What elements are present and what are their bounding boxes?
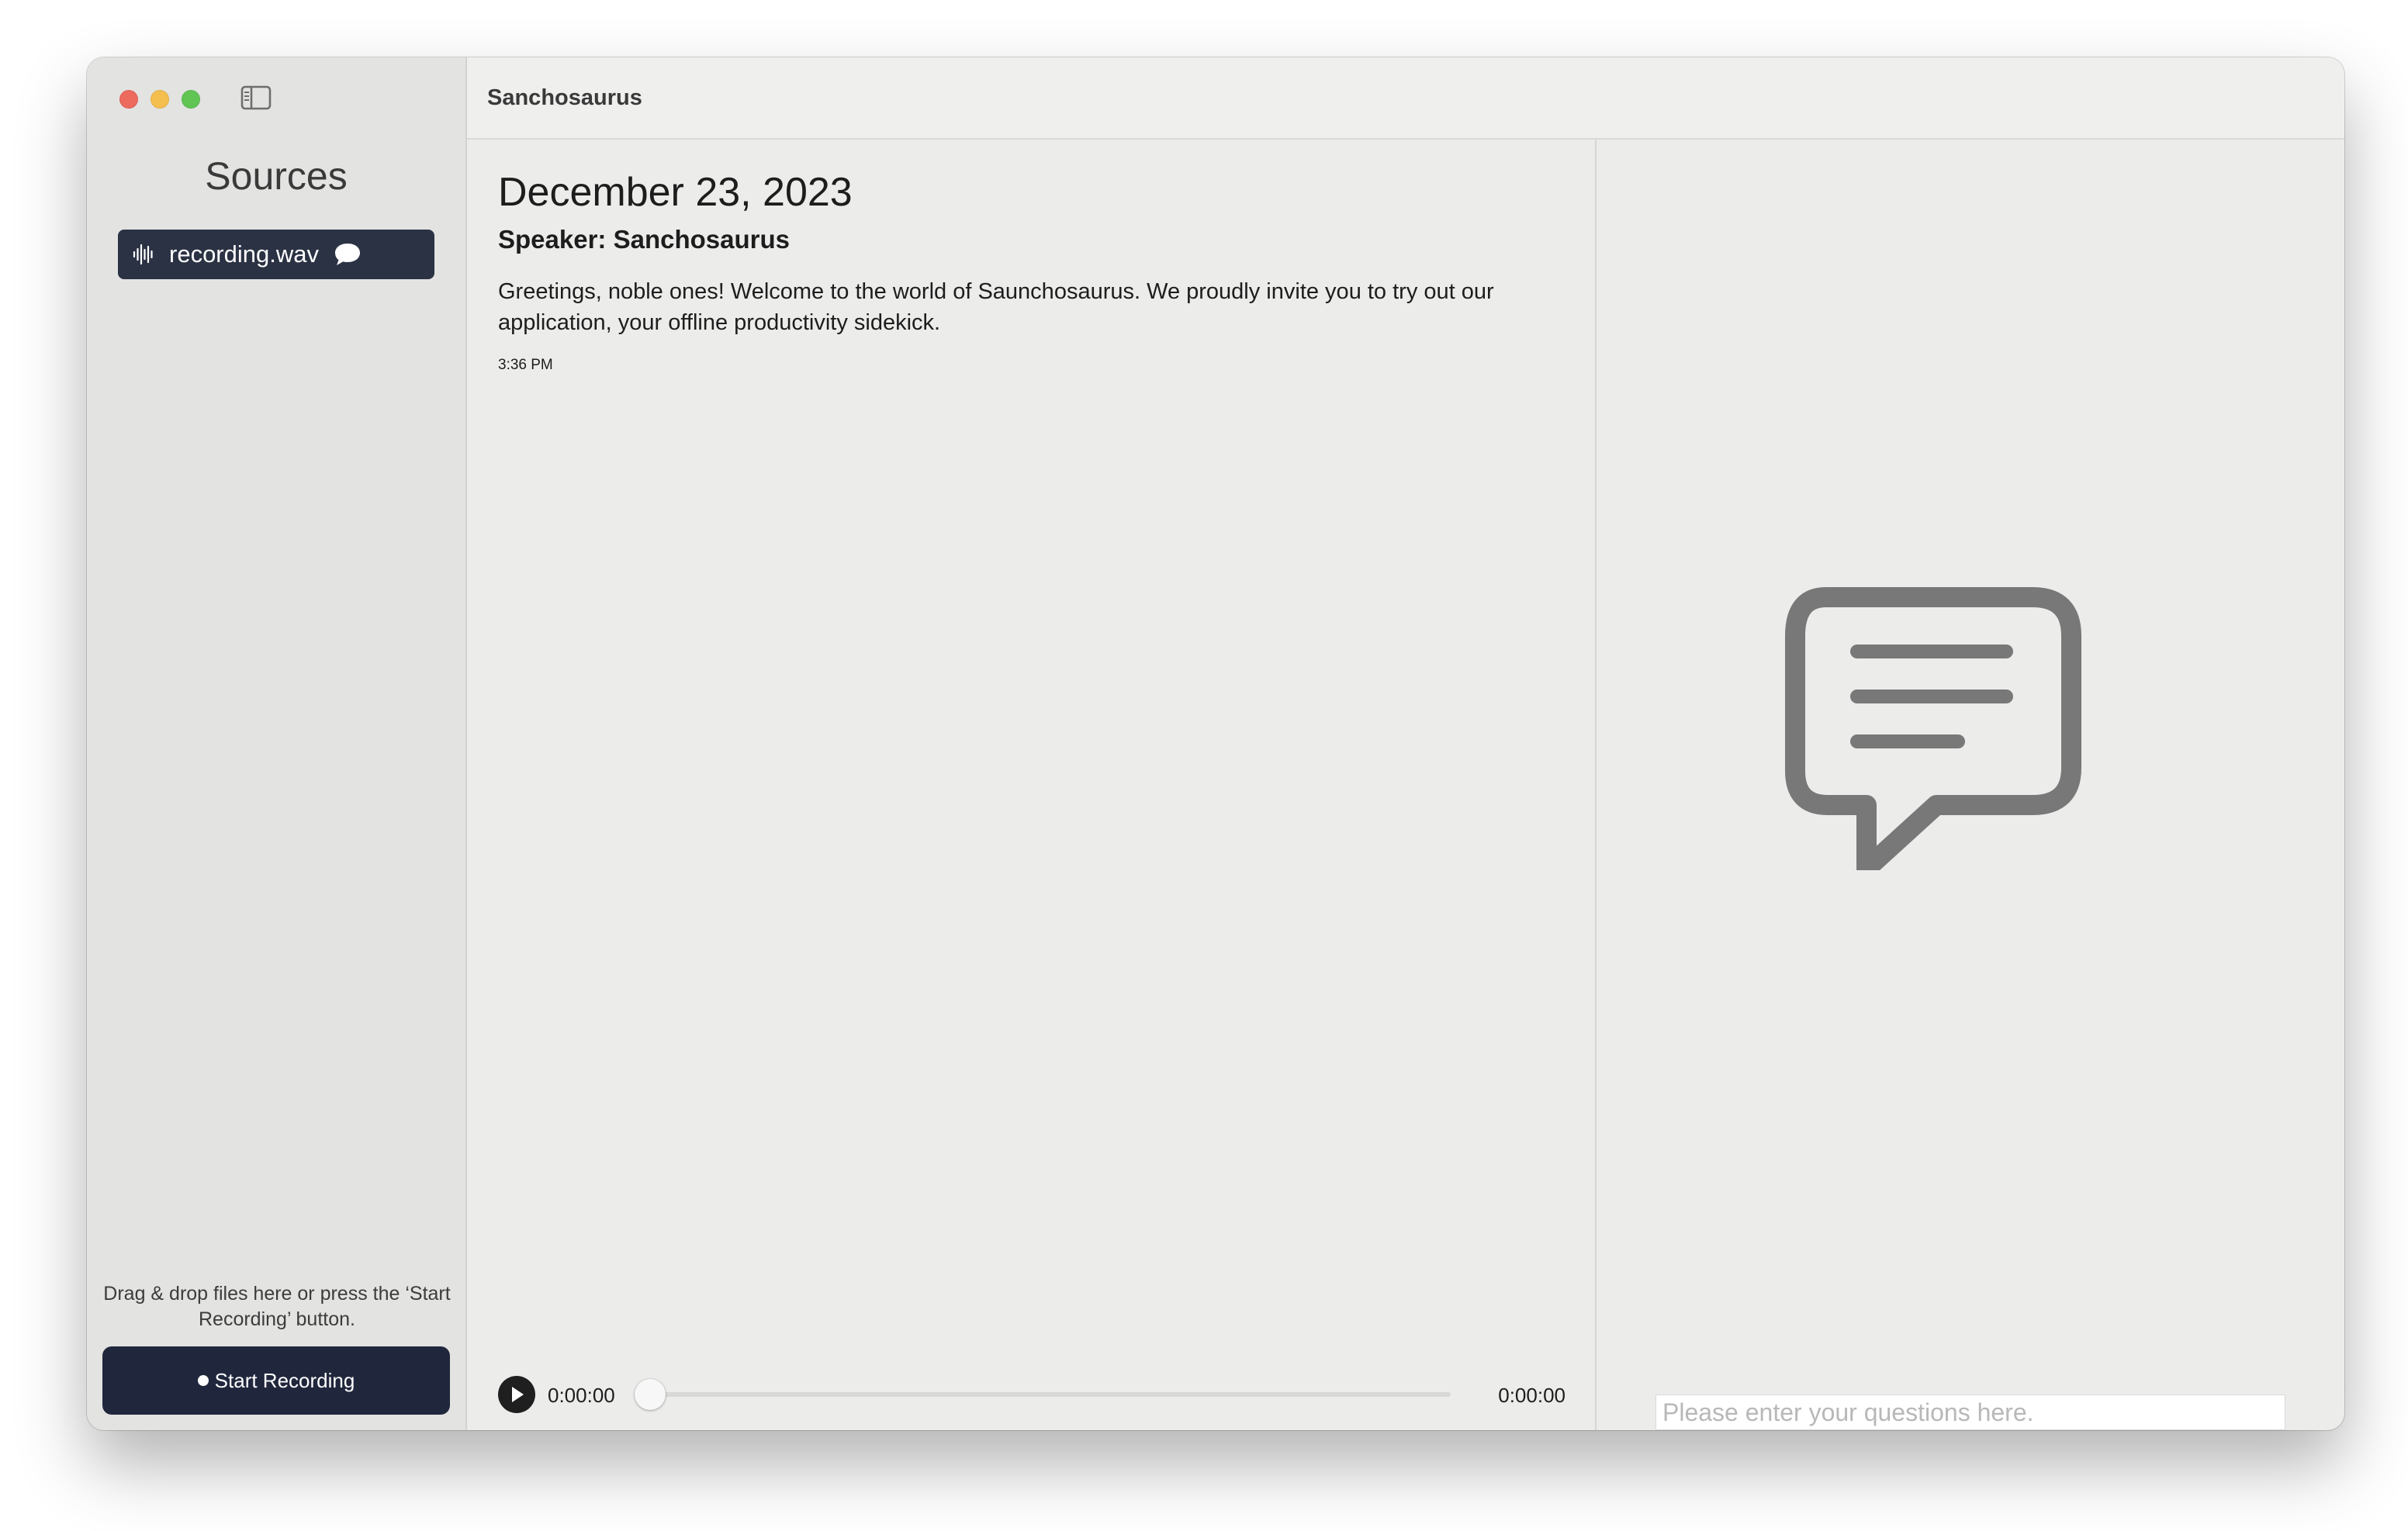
playback-scrubber[interactable] [635, 1379, 666, 1410]
source-item-label: recording.wav [169, 240, 319, 268]
message-timestamp: 3:36 PM [498, 357, 553, 373]
sidebar-toggle-icon[interactable] [240, 85, 272, 110]
app-window: Sources recording.wav Drag & drop files … [87, 57, 2344, 1430]
sources-title: Sources [205, 154, 348, 198]
play-button[interactable] [498, 1376, 535, 1413]
minimize-window-button[interactable] [150, 90, 169, 109]
total-time: 0:00:00 [1498, 1384, 1566, 1407]
audio-player: 0:00:00 0:00:00 [498, 1376, 1566, 1413]
sidebar: Sources recording.wav Drag & drop files … [87, 57, 467, 1430]
speaker-name: Speaker: Sanchosaurus [498, 225, 790, 254]
title-bar: Sanchosaurus [467, 57, 2344, 140]
transcript-panel: December 23, 2023 Speaker: Sanchosaurus … [467, 140, 1597, 1430]
record-dot-icon [197, 1375, 209, 1386]
waveform-icon [133, 244, 153, 265]
zoom-window-button[interactable] [182, 90, 200, 109]
drop-hint-text: Drag & drop files here or press the ‘Sta… [103, 1283, 451, 1330]
chat-bubble-icon [1785, 587, 2081, 870]
transcript-message: Greetings, noble ones! Welcome to the wo… [498, 279, 1494, 335]
source-item-recording[interactable]: recording.wav [118, 230, 434, 279]
start-recording-label: Start Recording [214, 1368, 355, 1392]
current-time: 0:00:00 [548, 1384, 615, 1407]
speech-bubble-icon [334, 244, 360, 265]
window-title: Sanchosaurus [487, 85, 642, 110]
transcript-date: December 23, 2023 [498, 170, 853, 215]
chat-panel [1597, 140, 2344, 1430]
close-window-button[interactable] [119, 90, 138, 109]
play-icon [512, 1387, 524, 1402]
question-input[interactable] [1656, 1394, 2285, 1430]
start-recording-button[interactable]: Start Recording [102, 1346, 450, 1415]
playback-track[interactable] [638, 1392, 1451, 1397]
